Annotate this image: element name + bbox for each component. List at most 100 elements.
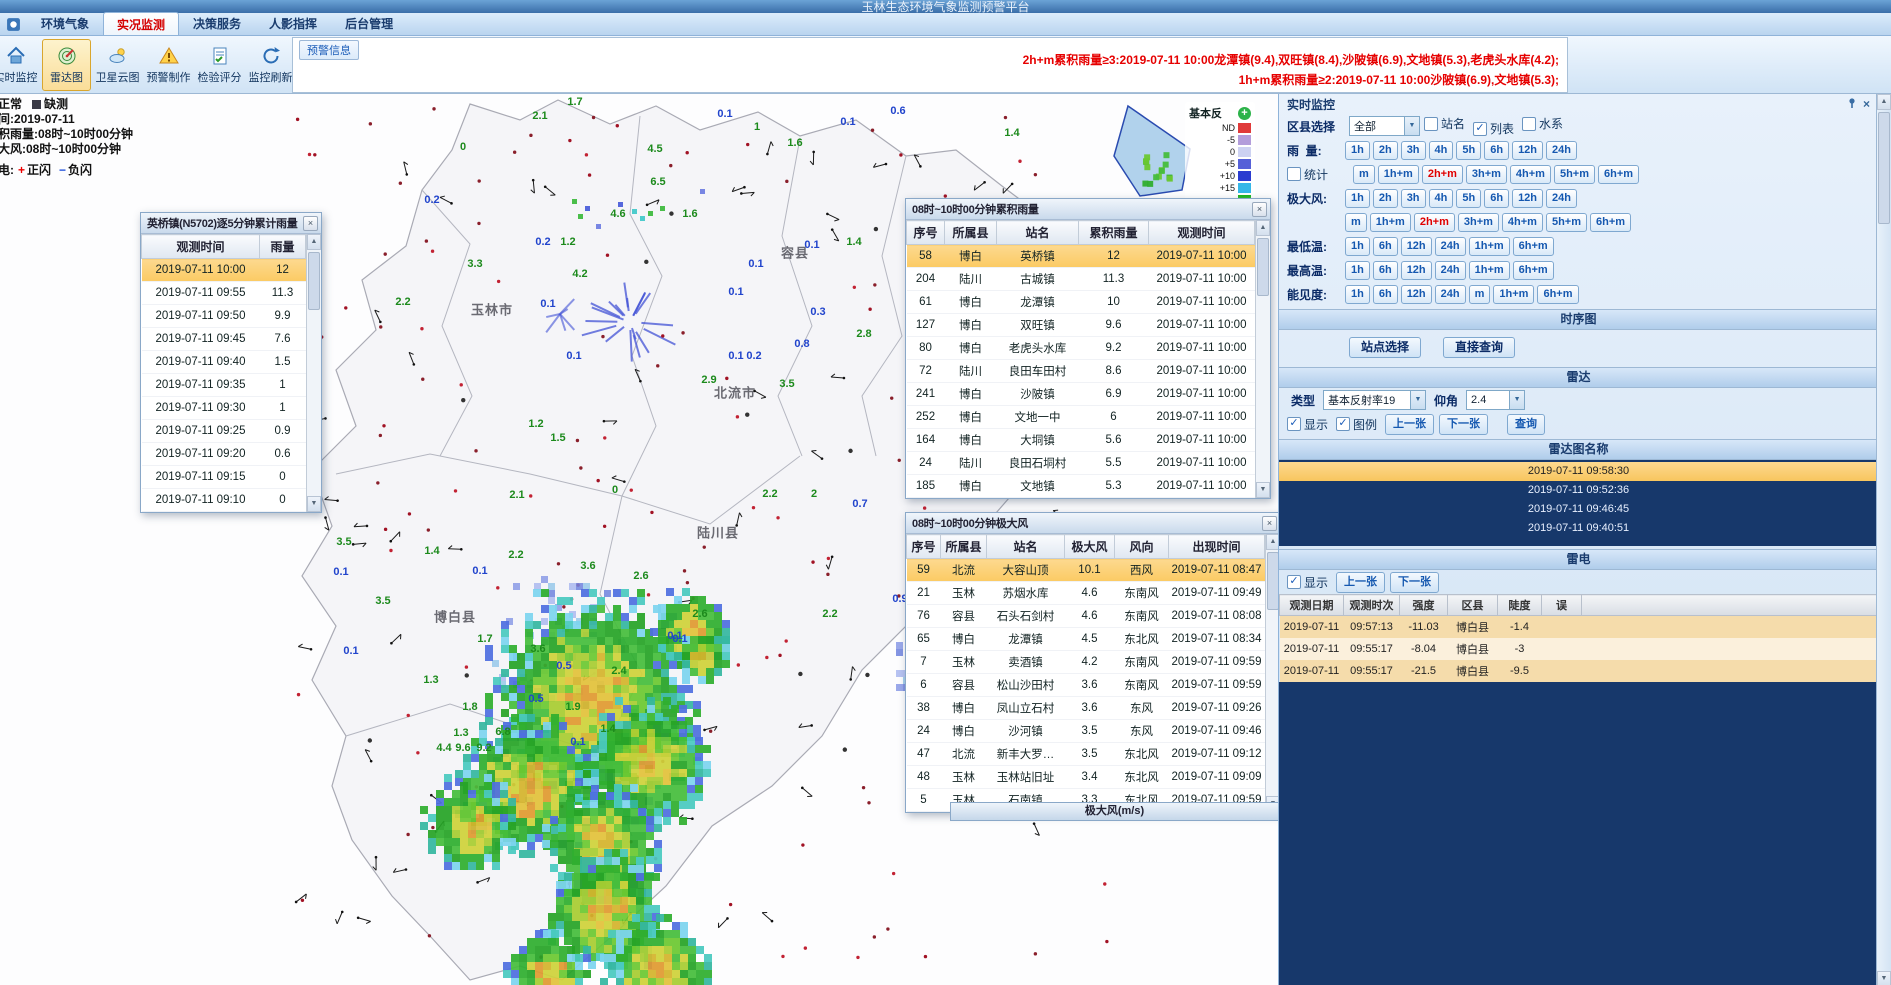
- table-row[interactable]: 2019-07-11 09:457.6: [142, 328, 306, 351]
- column-header[interactable]: 陡度: [1498, 595, 1542, 616]
- range-button-1h+m[interactable]: 1h+m: [1378, 165, 1419, 184]
- range-button-1h[interactable]: 1h: [1345, 189, 1370, 208]
- range-button-m[interactable]: m: [1345, 213, 1367, 232]
- range-button-2h+m[interactable]: 2h+m: [1414, 213, 1455, 232]
- range-button-1h+m[interactable]: 1h+m: [1469, 237, 1510, 256]
- alert-tab[interactable]: 预警信息: [299, 40, 359, 60]
- table-row[interactable]: 241博白沙陂镇6.92019-07-11 10:00: [907, 383, 1255, 406]
- table-row[interactable]: 127博白双旺镇9.62019-07-11 10:00: [907, 314, 1255, 337]
- column-header[interactable]: 出现时间: [1169, 535, 1265, 559]
- table-row[interactable]: 2019-07-11 09:5511.3: [142, 282, 306, 305]
- checkbox-显示[interactable]: ✓: [1287, 417, 1301, 431]
- scroll-up-icon[interactable]: ▲: [1877, 94, 1891, 110]
- range-button-6h[interactable]: 6h: [1373, 237, 1398, 256]
- range-button-6h[interactable]: 6h: [1484, 189, 1509, 208]
- table-row[interactable]: 2019-07-11 09:401.5: [142, 351, 306, 374]
- column-header[interactable]: 观测时间: [142, 235, 260, 259]
- table-row[interactable]: 61博白龙潭镇102019-07-11 10:00: [907, 291, 1255, 314]
- table-row[interactable]: 2019-07-1109:57:13-11.03博白县-1.4: [1280, 616, 1878, 639]
- table-row[interactable]: 164博白大垌镇5.62019-07-11 10:00: [907, 429, 1255, 452]
- scrollbar[interactable]: ▲▼: [1255, 220, 1270, 498]
- table-row[interactable]: 24博白沙河镇3.5东风2019-07-11 09:46: [907, 720, 1265, 743]
- range-button-5h+m[interactable]: 5h+m: [1554, 165, 1595, 184]
- table-row[interactable]: 38博白凤山立石村3.6东风2019-07-11 09:26: [907, 697, 1265, 720]
- tab-1[interactable]: 环境气象: [27, 11, 103, 35]
- range-button-2h[interactable]: 2h: [1373, 189, 1398, 208]
- toolbar-button-radar[interactable]: 雷达图: [42, 39, 91, 91]
- table-row[interactable]: 2019-07-1109:55:17-8.04博白县-3: [1280, 638, 1878, 660]
- station-rain-window[interactable]: 英桥镇(N5702)逐5分钟累计雨量 × 观测时间雨量2019-07-11 10…: [140, 212, 322, 513]
- checkbox-图例[interactable]: ✓: [1336, 417, 1350, 431]
- range-button-2h+m[interactable]: 2h+m: [1422, 165, 1463, 184]
- checkbox-显示[interactable]: ✓: [1287, 575, 1301, 589]
- column-header[interactable]: 观测时间: [1149, 221, 1255, 245]
- close-icon[interactable]: ×: [1252, 202, 1267, 217]
- column-header[interactable]: 序号: [907, 221, 945, 245]
- radar-type-select[interactable]: 基本反射率19▼: [1323, 390, 1426, 410]
- table-row[interactable]: 58博白英桥镇122019-07-11 10:00: [907, 245, 1255, 268]
- column-header[interactable]: 区县: [1448, 595, 1498, 616]
- range-button-4h[interactable]: 4h: [1429, 141, 1454, 160]
- column-header[interactable]: 观测日期: [1280, 595, 1344, 616]
- column-header[interactable]: 风向: [1115, 535, 1169, 559]
- column-header[interactable]: 序号: [907, 535, 941, 559]
- scroll-up-icon[interactable]: ▲: [307, 234, 321, 250]
- button-下一张[interactable]: 下一张: [1390, 572, 1439, 593]
- column-header[interactable]: 站名: [987, 535, 1065, 559]
- range-button-6h+m[interactable]: 6h+m: [1513, 261, 1554, 280]
- range-button-4h+m[interactable]: 4h+m: [1510, 165, 1551, 184]
- background-window-titlebar[interactable]: 极大风(m/s): [950, 802, 1278, 821]
- range-button-24h[interactable]: 24h: [1546, 189, 1577, 208]
- column-header[interactable]: 所属县: [941, 535, 987, 559]
- close-icon[interactable]: ×: [303, 216, 318, 231]
- radar-list-item[interactable]: 2019-07-11 09:40:51: [1279, 519, 1878, 538]
- scroll-up-icon[interactable]: ▲: [1266, 534, 1278, 550]
- button-上一张[interactable]: 上一张: [1385, 414, 1434, 435]
- table-row[interactable]: 48玉林玉林站旧址3.4东北风2019-07-11 09:09: [907, 766, 1265, 789]
- range-button-12h[interactable]: 12h: [1401, 237, 1432, 256]
- range-button-12h[interactable]: 12h: [1401, 285, 1432, 304]
- range-button-24h[interactable]: 24h: [1435, 237, 1466, 256]
- table-row[interactable]: 65博白龙潭镇4.5东北风2019-07-11 08:34: [907, 628, 1265, 651]
- range-button-6h[interactable]: 6h: [1373, 285, 1398, 304]
- range-button-m[interactable]: m: [1353, 165, 1375, 184]
- checkbox-水系[interactable]: [1522, 117, 1536, 131]
- map-area[interactable]: 容县玉林市北流市陆川县博白县 1.72.104.511.60.10.10.61.…: [0, 94, 1278, 985]
- table-row[interactable]: 204陆川古城镇11.32019-07-11 10:00: [907, 268, 1255, 291]
- range-button-5h+m[interactable]: 5h+m: [1546, 213, 1587, 232]
- scroll-thumb[interactable]: [308, 252, 320, 310]
- radar-elev-select[interactable]: 2.4▼: [1466, 390, 1525, 410]
- rain-summary-window[interactable]: 08时~10时00分钟累积雨量 × 序号所属县站名累积雨量观测时间58博白英桥镇…: [905, 198, 1271, 499]
- scrollbar[interactable]: ▲▼: [306, 234, 321, 512]
- scroll-down-icon[interactable]: ▼: [307, 496, 321, 512]
- range-button-4h+m[interactable]: 4h+m: [1502, 213, 1543, 232]
- range-button-3h+m[interactable]: 3h+m: [1466, 165, 1507, 184]
- close-icon[interactable]: ×: [1262, 516, 1277, 531]
- range-button-24h[interactable]: 24h: [1546, 141, 1577, 160]
- tab-3[interactable]: 决策服务: [179, 11, 255, 35]
- scroll-up-icon[interactable]: ▲: [1256, 220, 1270, 236]
- legend-expand-button[interactable]: +: [1238, 107, 1251, 120]
- button-上一张[interactable]: 上一张: [1336, 572, 1385, 593]
- button-query[interactable]: 查询: [1507, 414, 1545, 435]
- range-button-1h+m[interactable]: 1h+m: [1370, 213, 1411, 232]
- range-button-6h+m[interactable]: 6h+m: [1598, 165, 1639, 184]
- column-header[interactable]: 站名: [997, 221, 1079, 245]
- close-icon[interactable]: ×: [1863, 97, 1870, 111]
- scroll-thumb[interactable]: [1267, 552, 1278, 610]
- range-button-1h+m[interactable]: 1h+m: [1493, 285, 1534, 304]
- table-row[interactable]: 59北流大容山顶10.1西风2019-07-11 08:47: [907, 559, 1265, 582]
- column-header[interactable]: 观测时次: [1344, 595, 1400, 616]
- column-header[interactable]: 极大风: [1065, 535, 1115, 559]
- toolbar-button-refresh[interactable]: 监控刷新: [246, 39, 295, 91]
- checkbox-列表[interactable]: ✓: [1473, 122, 1487, 136]
- table-row[interactable]: 21玉林苏烟水库4.6东南风2019-07-11 09:49: [907, 582, 1265, 605]
- scrollbar[interactable]: ▲▼: [1265, 534, 1278, 812]
- range-button-5h[interactable]: 5h: [1456, 141, 1481, 160]
- table-row[interactable]: 2019-07-11 09:150: [142, 466, 306, 489]
- column-header[interactable]: 累积雨量: [1079, 221, 1149, 245]
- tab-2[interactable]: 实况监测: [103, 12, 179, 35]
- range-button-12h[interactable]: 12h: [1512, 189, 1543, 208]
- table-row[interactable]: 185博白文地镇5.32019-07-11 10:00: [907, 475, 1255, 498]
- window-title-bar[interactable]: 英桥镇(N5702)逐5分钟累计雨量 ×: [141, 213, 321, 234]
